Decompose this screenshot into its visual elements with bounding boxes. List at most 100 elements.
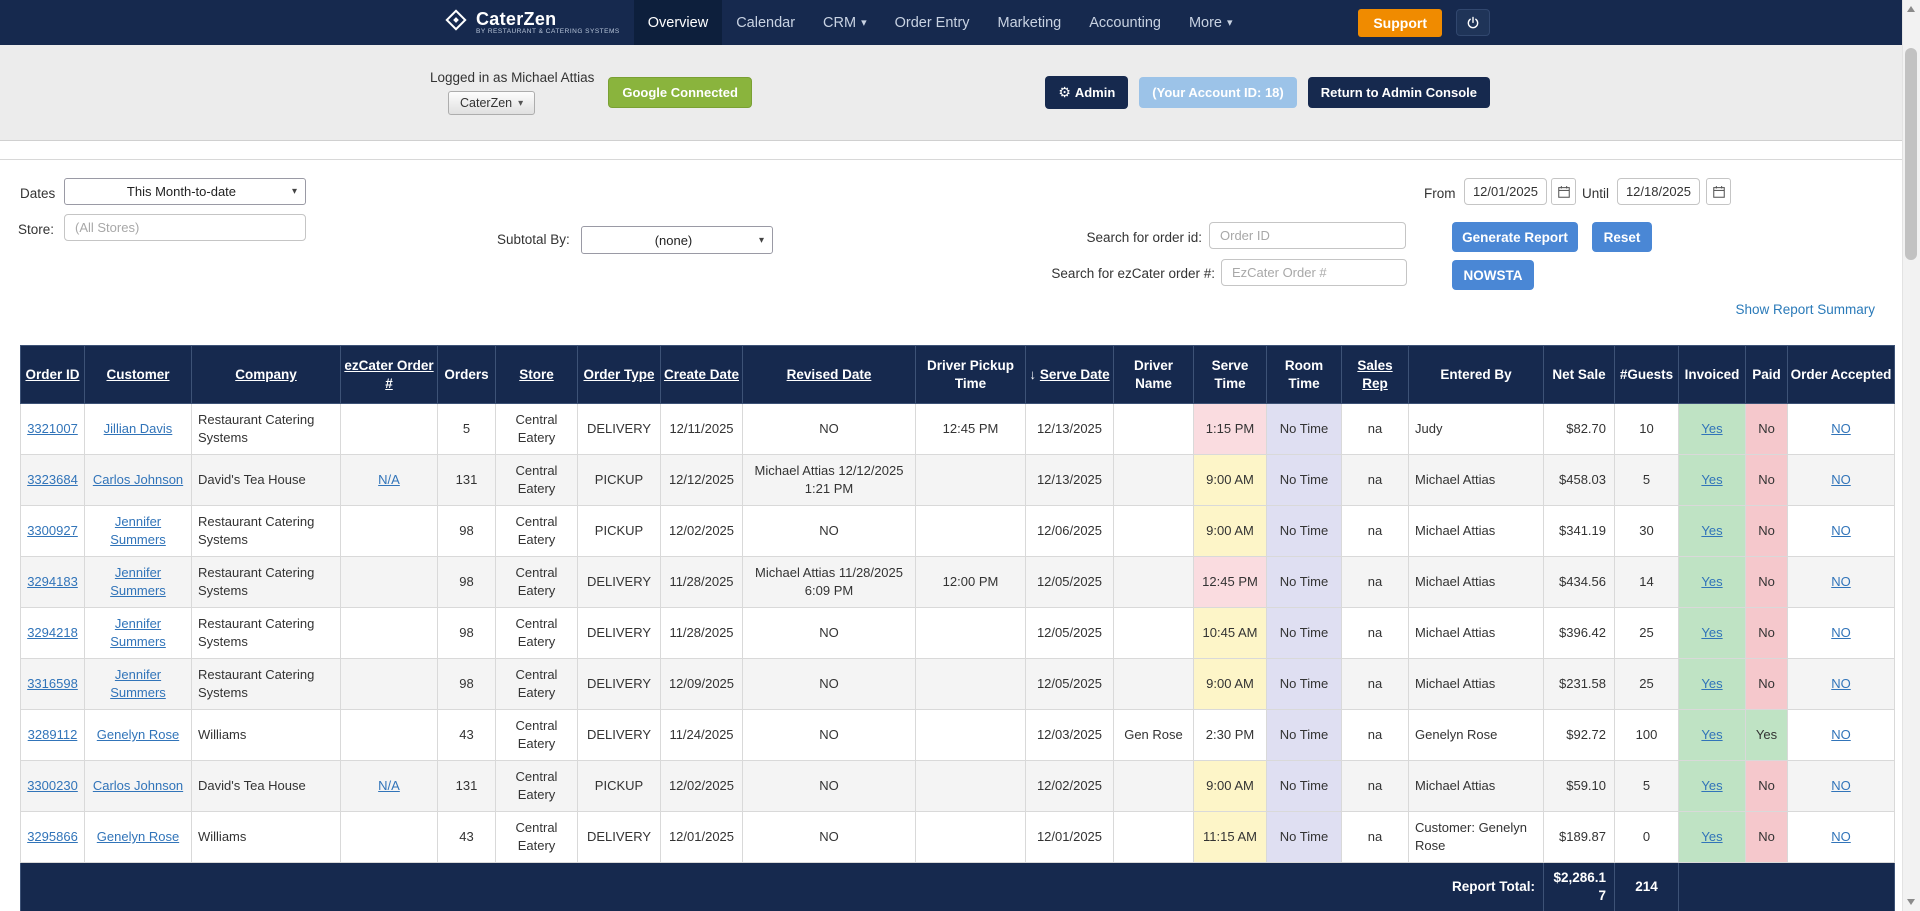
col-header-company[interactable]: Company xyxy=(192,346,341,404)
cell-guests: 14 xyxy=(1615,557,1679,608)
ezcater-link[interactable]: N/A xyxy=(378,778,400,793)
cell-store: Central Eatery xyxy=(496,557,578,608)
table-row: 3294218Jennifer SummersRestaurant Cateri… xyxy=(21,608,1895,659)
cell-guests: 30 xyxy=(1615,506,1679,557)
accepted-link[interactable]: NO xyxy=(1831,574,1851,589)
order_id-link[interactable]: 3323684 xyxy=(27,472,78,487)
customer-link[interactable]: Carlos Johnson xyxy=(93,778,183,793)
brand-logo[interactable]: CaterZen BY RESTAURANT & CATERING SYSTEM… xyxy=(430,0,634,45)
order_id-link[interactable]: 3294183 xyxy=(27,574,78,589)
customer-link[interactable]: Jennifer Summers xyxy=(110,514,166,547)
ezcater-link[interactable]: N/A xyxy=(378,472,400,487)
customer-link[interactable]: Jennifer Summers xyxy=(110,667,166,700)
order_id-link[interactable]: 3294218 xyxy=(27,625,78,640)
store-input[interactable] xyxy=(64,214,306,241)
support-button[interactable]: Support xyxy=(1358,9,1442,37)
invoiced-link[interactable]: Yes xyxy=(1701,574,1722,589)
nav-item-order-entry[interactable]: Order Entry xyxy=(881,0,984,45)
col-header-revised[interactable]: Revised Date xyxy=(743,346,916,404)
order-id-search-label: Search for order id: xyxy=(960,230,1202,245)
order_id-link[interactable]: 3295866 xyxy=(27,829,78,844)
col-header-order_type[interactable]: Order Type xyxy=(578,346,661,404)
show-report-summary-link[interactable]: Show Report Summary xyxy=(1735,302,1875,317)
invoiced-link[interactable]: Yes xyxy=(1701,727,1722,742)
accepted-link[interactable]: NO xyxy=(1831,829,1851,844)
nowsta-button[interactable]: NOWSTA xyxy=(1452,260,1534,290)
nav-item-calendar[interactable]: Calendar xyxy=(722,0,809,45)
cell-accepted: NO xyxy=(1788,659,1895,710)
order_id-link[interactable]: 3321007 xyxy=(27,421,78,436)
col-header-serve_date[interactable]: ↓ Serve Date xyxy=(1026,346,1114,404)
col-header-store[interactable]: Store xyxy=(496,346,578,404)
col-header-create_date[interactable]: Create Date xyxy=(661,346,743,404)
cell-serve_time: 9:00 AM xyxy=(1194,506,1267,557)
generate-report-button[interactable]: Generate Report xyxy=(1452,222,1578,252)
invoiced-link[interactable]: Yes xyxy=(1701,829,1722,844)
col-header-ezcater[interactable]: ezCater Order # xyxy=(341,346,438,404)
nav-item-overview[interactable]: Overview xyxy=(634,0,722,45)
nav-item-marketing[interactable]: Marketing xyxy=(984,0,1076,45)
cell-serve_time: 11:15 AM xyxy=(1194,812,1267,863)
logout-button[interactable] xyxy=(1456,9,1490,36)
cell-customer: Carlos Johnson xyxy=(85,455,192,506)
cell-ezcater xyxy=(341,506,438,557)
subtotal-by-select[interactable]: (none) ▾ xyxy=(581,226,773,254)
from-calendar-button[interactable] xyxy=(1551,178,1576,205)
accepted-link[interactable]: NO xyxy=(1831,727,1851,742)
nav-item-more[interactable]: More▾ xyxy=(1175,0,1247,45)
return-admin-console-button[interactable]: Return to Admin Console xyxy=(1308,77,1490,108)
accepted-link[interactable]: NO xyxy=(1831,625,1851,640)
vertical-scrollbar[interactable] xyxy=(1902,0,1920,911)
customer-link[interactable]: Genelyn Rose xyxy=(97,727,179,742)
invoiced-link[interactable]: Yes xyxy=(1701,523,1722,538)
invoiced-link[interactable]: Yes xyxy=(1701,778,1722,793)
cell-driver xyxy=(1114,404,1194,455)
accepted-link[interactable]: NO xyxy=(1831,778,1851,793)
invoiced-link[interactable]: Yes xyxy=(1701,676,1722,691)
cell-sales_rep: na xyxy=(1342,659,1409,710)
col-header-paid: Paid xyxy=(1746,346,1788,404)
invoiced-link[interactable]: Yes xyxy=(1701,625,1722,640)
reset-button[interactable]: Reset xyxy=(1592,222,1652,252)
accepted-link[interactable]: NO xyxy=(1831,472,1851,487)
customer-link[interactable]: Carlos Johnson xyxy=(93,472,183,487)
accepted-link[interactable]: NO xyxy=(1831,421,1851,436)
customer-link[interactable]: Jillian Davis xyxy=(104,421,173,436)
col-header-customer[interactable]: Customer xyxy=(85,346,192,404)
order-id-search-input[interactable] xyxy=(1209,222,1406,249)
caterzen-dropdown[interactable]: CaterZen ▾ xyxy=(448,91,535,115)
nav-item-accounting[interactable]: Accounting xyxy=(1075,0,1175,45)
cell-orders: 98 xyxy=(438,608,496,659)
col-header-sales_rep[interactable]: Sales Rep xyxy=(1342,346,1409,404)
accepted-link[interactable]: NO xyxy=(1831,676,1851,691)
until-calendar-button[interactable] xyxy=(1706,178,1731,205)
customer-link[interactable]: Jennifer Summers xyxy=(110,616,166,649)
scrollbar-thumb[interactable] xyxy=(1905,48,1917,260)
order_id-link[interactable]: 3300927 xyxy=(27,523,78,538)
invoiced-link[interactable]: Yes xyxy=(1701,421,1722,436)
order_id-link[interactable]: 3316598 xyxy=(27,676,78,691)
invoiced-link[interactable]: Yes xyxy=(1701,472,1722,487)
cell-create_date: 12/12/2025 xyxy=(661,455,743,506)
cell-invoiced: Yes xyxy=(1679,812,1746,863)
ezcater-search-input[interactable] xyxy=(1221,259,1407,286)
scroll-down-icon[interactable] xyxy=(1907,899,1915,905)
order_id-link[interactable]: 3300230 xyxy=(27,778,78,793)
order_id-link[interactable]: 3289112 xyxy=(28,727,78,742)
accepted-link[interactable]: NO xyxy=(1831,523,1851,538)
account-id-button[interactable]: (Your Account ID: 18) xyxy=(1139,77,1296,108)
col-header-order_id[interactable]: Order ID xyxy=(21,346,85,404)
customer-link[interactable]: Jennifer Summers xyxy=(110,565,166,598)
until-date-input[interactable] xyxy=(1617,178,1700,205)
from-date-input[interactable] xyxy=(1464,178,1547,205)
google-connected-button[interactable]: Google Connected xyxy=(608,77,752,108)
cell-serve_time: 9:00 AM xyxy=(1194,761,1267,812)
dates-select[interactable]: This Month-to-date ▾ xyxy=(64,178,306,205)
cell-serve_time: 9:00 AM xyxy=(1194,659,1267,710)
scroll-up-icon[interactable] xyxy=(1907,6,1915,12)
nav-item-crm[interactable]: CRM▾ xyxy=(809,0,881,45)
admin-button[interactable]: ⚙ Admin xyxy=(1045,76,1128,109)
customer-link[interactable]: Genelyn Rose xyxy=(97,829,179,844)
cell-sales_rep: na xyxy=(1342,455,1409,506)
cell-paid: No xyxy=(1746,506,1788,557)
